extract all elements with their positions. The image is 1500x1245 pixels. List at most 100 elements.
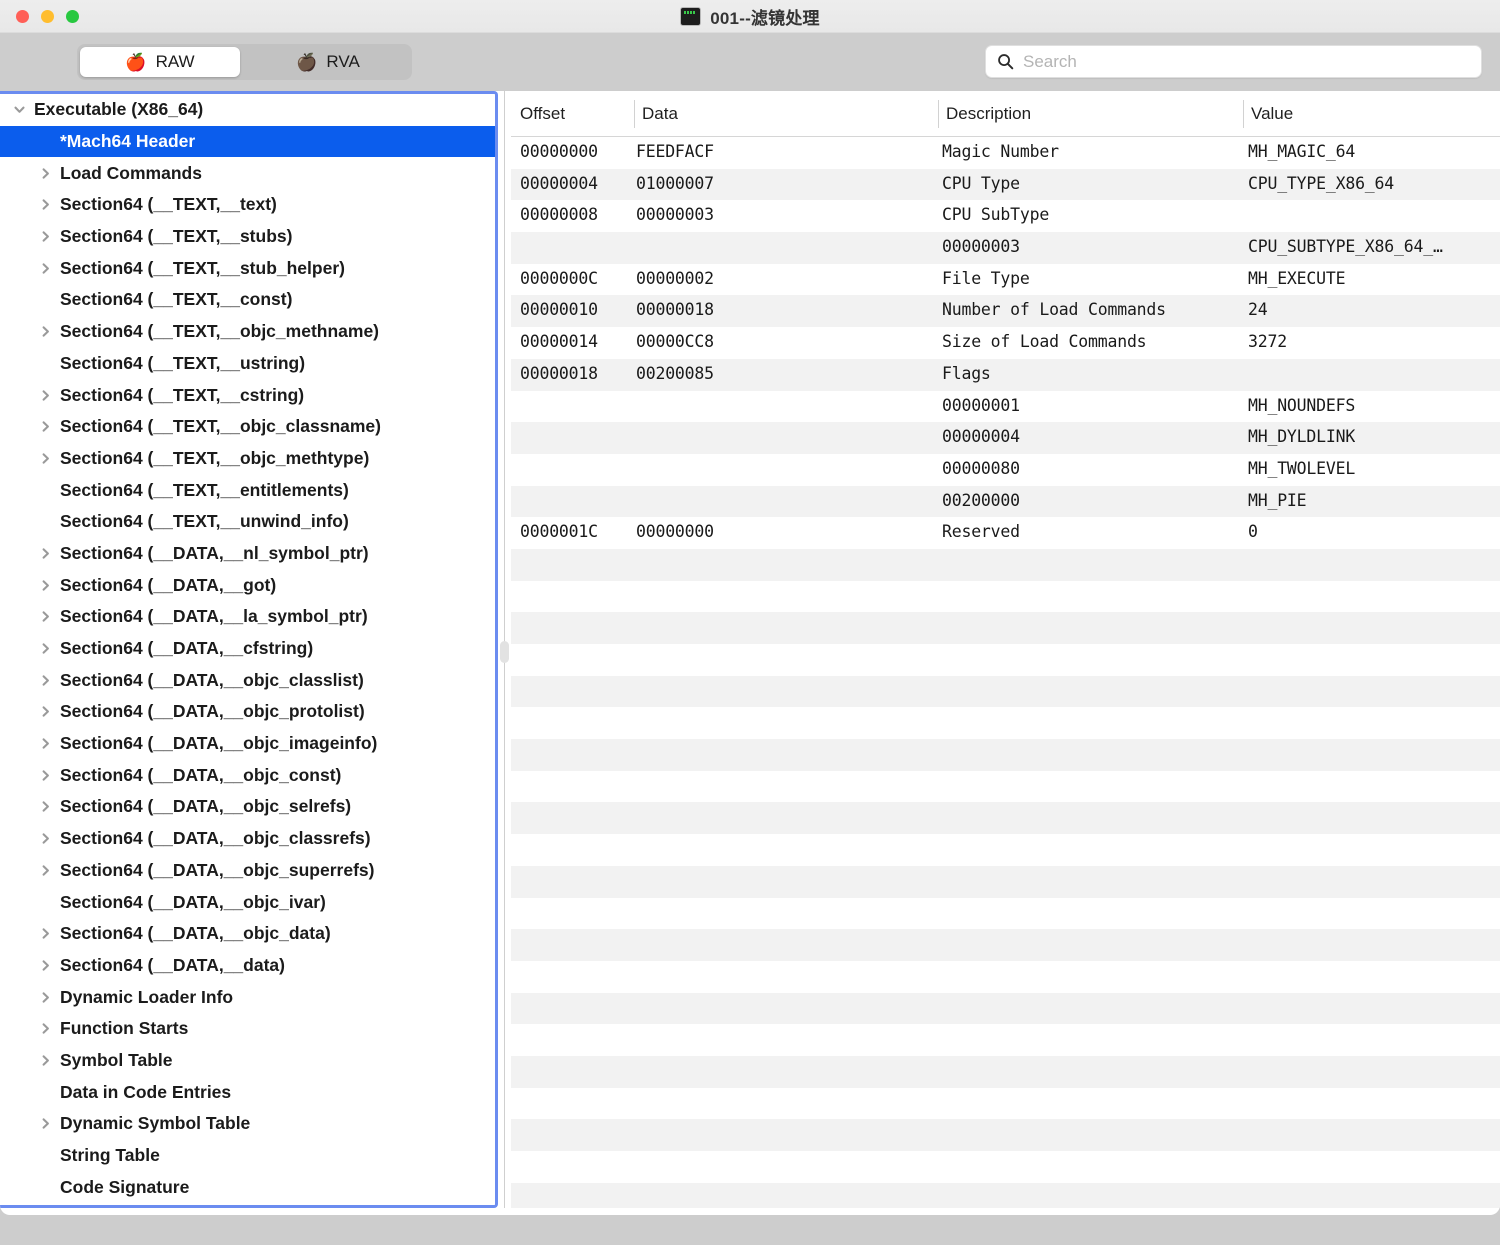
table-row-empty[interactable]	[511, 675, 1500, 708]
pane-splitter[interactable]	[498, 91, 510, 1208]
chevron-right-icon[interactable]	[30, 831, 60, 846]
table-row[interactable]: 00000004 01000007 CPU Type CPU_TYPE_X86_64	[511, 168, 1500, 201]
table-row-empty[interactable]	[511, 802, 1500, 835]
table-row-empty[interactable]	[511, 1024, 1500, 1056]
chevron-right-icon[interactable]	[30, 388, 60, 403]
table-row-empty[interactable]	[511, 1182, 1500, 1208]
table-row[interactable]: 00000008 00000003 CPU SubType	[511, 200, 1500, 232]
tree-item[interactable]: Section64 (__TEXT,__objc_methname)	[0, 316, 495, 348]
chevron-right-icon[interactable]	[30, 324, 60, 339]
column-divider[interactable]	[634, 100, 635, 128]
table-row-empty[interactable]	[511, 1119, 1500, 1151]
table-row[interactable]: 00200000 MH_PIE	[511, 485, 1500, 518]
chevron-right-icon[interactable]	[30, 1116, 60, 1131]
tree-item[interactable]: Section64 (__TEXT,__cstring)	[0, 379, 495, 411]
tree-item[interactable]: Section64 (__DATA,__objc_protolist)	[0, 696, 495, 728]
table-row[interactable]: 00000004 MH_DYLDLINK	[511, 422, 1500, 454]
tree-item[interactable]: Load Commands	[0, 157, 495, 189]
tree-item[interactable]: Section64 (__DATA,__objc_data)	[0, 918, 495, 950]
tree-item[interactable]: Section64 (__TEXT,__objc_methtype)	[0, 443, 495, 475]
tree-item[interactable]: Section64 (__TEXT,__stub_helper)	[0, 252, 495, 284]
table-row[interactable]: 00000000 FEEDFACF Magic Number MH_MAGIC_64	[511, 137, 1500, 169]
column-divider[interactable]	[1243, 100, 1244, 128]
tree-item[interactable]: Section64 (__TEXT,__entitlements)	[0, 474, 495, 506]
chevron-right-icon[interactable]	[30, 1021, 60, 1036]
chevron-right-icon[interactable]	[30, 229, 60, 244]
column-header-data[interactable]: Data	[642, 104, 678, 124]
chevron-down-icon[interactable]	[4, 102, 34, 117]
table-row[interactable]: 0000001C 00000000 Reserved 0	[511, 517, 1500, 549]
table-row-empty[interactable]	[511, 548, 1500, 581]
table-row-empty[interactable]	[511, 992, 1500, 1025]
chevron-right-icon[interactable]	[30, 799, 60, 814]
tree-item[interactable]: Symbol Table	[0, 1045, 495, 1077]
tree-item[interactable]: Section64 (__DATA,__objc_const)	[0, 759, 495, 791]
tree-item[interactable]: Section64 (__DATA,__got)	[0, 569, 495, 601]
tree-item[interactable]: Data in Code Entries	[0, 1076, 495, 1108]
table-row-empty[interactable]	[511, 612, 1500, 644]
tree-item[interactable]: Dynamic Loader Info	[0, 981, 495, 1013]
table-row-empty[interactable]	[511, 929, 1500, 961]
table-row[interactable]: 00000003 CPU_SUBTYPE_X86_64_…	[511, 232, 1500, 264]
chevron-right-icon[interactable]	[30, 1053, 60, 1068]
tab-raw[interactable]: 🍎 RAW	[80, 47, 240, 77]
table-row-empty[interactable]	[511, 834, 1500, 866]
column-header-description[interactable]: Description	[946, 104, 1031, 124]
chevron-right-icon[interactable]	[30, 197, 60, 212]
chevron-right-icon[interactable]	[30, 704, 60, 719]
table-row[interactable]: 00000018 00200085 Flags	[511, 358, 1500, 391]
chevron-right-icon[interactable]	[30, 166, 60, 181]
column-header-offset[interactable]: Offset	[520, 104, 565, 124]
tree-item[interactable]: Section64 (__DATA,__objc_ivar)	[0, 886, 495, 918]
table-row[interactable]: 00000080 MH_TWOLEVEL	[511, 454, 1500, 486]
table-row-empty[interactable]	[511, 1088, 1500, 1120]
chevron-right-icon[interactable]	[30, 578, 60, 593]
tree-item[interactable]: Section64 (__DATA,__objc_classrefs)	[0, 823, 495, 855]
tree-item[interactable]: Section64 (__TEXT,__objc_classname)	[0, 411, 495, 443]
tree-item[interactable]: Section64 (__TEXT,__stubs)	[0, 221, 495, 253]
chevron-right-icon[interactable]	[30, 609, 60, 624]
table-row[interactable]: 00000001 MH_NOUNDEFS	[511, 391, 1500, 423]
chevron-right-icon[interactable]	[30, 926, 60, 941]
tree-item[interactable]: Section64 (__DATA,__objc_superrefs)	[0, 855, 495, 887]
chevron-right-icon[interactable]	[30, 958, 60, 973]
chevron-right-icon[interactable]	[30, 990, 60, 1005]
chevron-right-icon[interactable]	[30, 451, 60, 466]
chevron-right-icon[interactable]	[30, 736, 60, 751]
chevron-right-icon[interactable]	[30, 261, 60, 276]
tree-item[interactable]: Function Starts	[0, 1013, 495, 1045]
table-row-empty[interactable]	[511, 1055, 1500, 1088]
table-row-empty[interactable]	[511, 707, 1500, 739]
tree-item[interactable]: Section64 (__TEXT,__text)	[0, 189, 495, 221]
tree-item[interactable]: Section64 (__TEXT,__const)	[0, 284, 495, 316]
column-divider[interactable]	[938, 100, 939, 128]
structure-tree[interactable]: Executable (X86_64) *Mach64 Header Load Co…	[0, 94, 495, 1205]
view-mode-segmented-control[interactable]: 🍎 RAW 🍎 RVA	[77, 44, 412, 80]
tree-item[interactable]: Section64 (__DATA,__objc_selrefs)	[0, 791, 495, 823]
tree-item[interactable]: Section64 (__TEXT,__unwind_info)	[0, 506, 495, 538]
splitter-handle[interactable]	[500, 641, 509, 663]
column-header-value[interactable]: Value	[1251, 104, 1293, 124]
tree-item[interactable]: Section64 (__DATA,__objc_classlist)	[0, 664, 495, 696]
tree-item[interactable]: Section64 (__DATA,__data)	[0, 950, 495, 982]
table-row-empty[interactable]	[511, 898, 1500, 930]
chevron-right-icon[interactable]	[30, 546, 60, 561]
tree-item[interactable]: Section64 (__DATA,__la_symbol_ptr)	[0, 601, 495, 633]
table-row-empty[interactable]	[511, 771, 1500, 803]
tree-item[interactable]: Section64 (__DATA,__objc_imageinfo)	[0, 728, 495, 760]
table-row-empty[interactable]	[511, 1151, 1500, 1183]
tree-item[interactable]: Executable (X86_64)	[0, 94, 495, 126]
table-row-empty[interactable]	[511, 739, 1500, 771]
tree-item[interactable]: Code Signature	[0, 1171, 495, 1203]
table-body[interactable]: 00000000 FEEDFACF Magic Number MH_MAGIC_64 0…	[511, 137, 1500, 1208]
tree-item[interactable]: Section64 (__DATA,__cfstring)	[0, 633, 495, 665]
tree-item[interactable]: Dynamic Symbol Table	[0, 1108, 495, 1140]
chevron-right-icon[interactable]	[30, 641, 60, 656]
tree-item[interactable]: String Table	[0, 1140, 495, 1172]
table-row[interactable]: 0000000C 00000002 File Type MH_EXECUTE	[511, 264, 1500, 296]
table-row[interactable]: 00000014 00000CC8 Size of Load Commands 327…	[511, 327, 1500, 359]
tab-rva[interactable]: 🍎 RVA	[248, 47, 408, 77]
chevron-right-icon[interactable]	[30, 419, 60, 434]
chevron-right-icon[interactable]	[30, 863, 60, 878]
search-input[interactable]	[1023, 51, 1470, 72]
